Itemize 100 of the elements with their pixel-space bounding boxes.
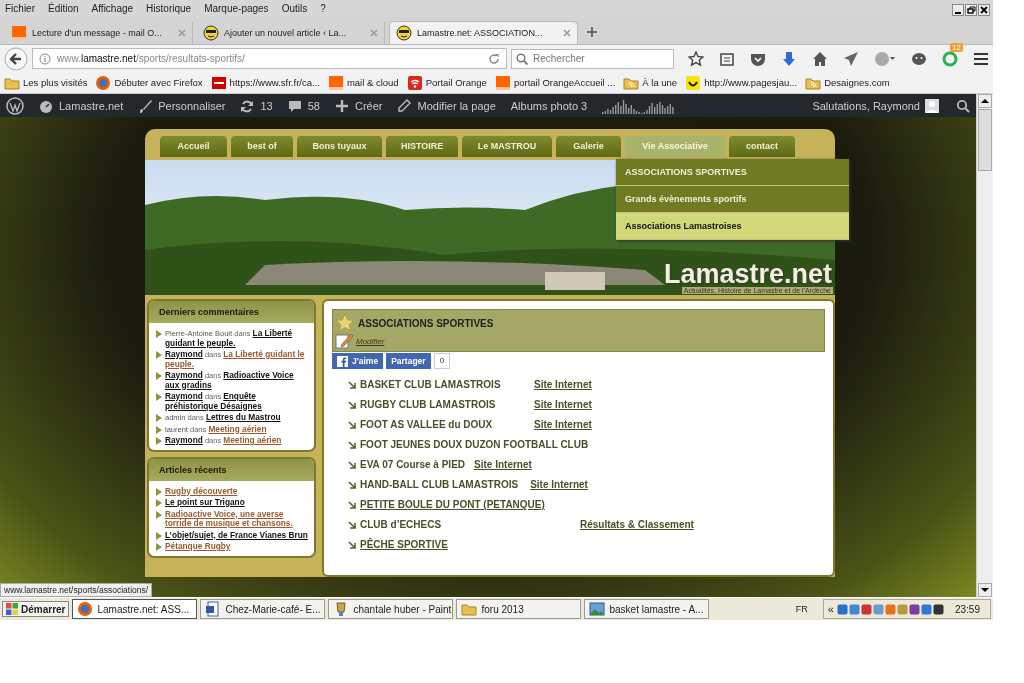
- nav-tab[interactable]: Galerie: [556, 136, 621, 157]
- menu-item[interactable]: Affichage: [91, 3, 134, 14]
- clock: 23:59: [954, 603, 981, 615]
- dropdown-item[interactable]: Associations Lamastroises: [616, 213, 849, 240]
- like-button[interactable]: J'aime: [332, 353, 384, 369]
- website-link[interactable]: Site Internet: [534, 379, 592, 390]
- minimize-button[interactable]: [952, 3, 964, 16]
- nav-tab[interactable]: contact: [729, 136, 795, 157]
- clipboard-icon[interactable]: [719, 50, 735, 67]
- taskbar-button[interactable]: chantale huber - Paint: [328, 599, 454, 619]
- edit-link[interactable]: Modifier: [356, 336, 385, 346]
- admin-bar-item[interactable]: 58: [287, 98, 320, 113]
- language-indicator[interactable]: FR: [795, 604, 808, 614]
- website-link[interactable]: Résultats & Classement: [580, 519, 694, 530]
- post-link[interactable]: Le point sur Trigano: [165, 498, 245, 508]
- taskbar-button[interactable]: Lamastre.net: ASS...: [72, 599, 198, 619]
- admin-bar-item[interactable]: Modifier la page: [397, 98, 496, 113]
- smile-icon: [685, 74, 702, 91]
- nav-tab[interactable]: HISTOIRE: [386, 136, 458, 157]
- bookmark-item[interactable]: Portail Orange: [406, 74, 487, 91]
- bullet-icon: [156, 372, 162, 380]
- bookmark-item[interactable]: http://www.pagesjau...: [685, 74, 798, 91]
- bookmark-item[interactable]: https://www.sfr.fr/ca...: [210, 74, 320, 91]
- club-name: EVA 07 Course à PIED: [360, 459, 466, 470]
- brush-icon: [138, 98, 153, 113]
- close-button[interactable]: [978, 3, 990, 16]
- menu-item[interactable]: Outils: [281, 3, 308, 14]
- bookmark-item[interactable]: Desaignes.com: [805, 74, 890, 91]
- dropdown-item[interactable]: ASSOCIATIONS SPORTIVES: [616, 159, 849, 186]
- nav-tab[interactable]: best of: [231, 136, 293, 157]
- bullet-icon: [156, 543, 162, 551]
- search-field[interactable]: Rechercher: [511, 48, 674, 69]
- arrow-icon: [348, 520, 356, 529]
- nav-tab[interactable]: Accueil: [160, 136, 227, 157]
- bullet-icon: [156, 393, 162, 401]
- start-button[interactable]: Démarrer: [2, 601, 70, 617]
- chat-face-icon[interactable]: [911, 50, 927, 67]
- user-greeting[interactable]: Salutations, Raymond: [812, 99, 920, 112]
- square-logo-icon: [327, 74, 344, 91]
- menu-item[interactable]: ?: [320, 3, 326, 14]
- website-link[interactable]: Site Internet: [534, 399, 592, 410]
- square-logo-icon: [11, 25, 27, 41]
- widget-title: Derniers commentaires: [149, 301, 314, 323]
- restore-button[interactable]: [965, 3, 977, 16]
- website-link[interactable]: Site Internet: [534, 419, 592, 430]
- post-link[interactable]: Radioactive Voice, une averse torride de musique et chansons.: [165, 509, 310, 529]
- avatar-icon[interactable]: [925, 98, 939, 113]
- taskbar-button[interactable]: Chez-Marie-café- E...: [200, 599, 326, 619]
- tray-icon[interactable]: [932, 603, 944, 615]
- admin-bar-item[interactable]: Lamastre.net: [39, 98, 124, 113]
- browser-tab[interactable]: Lamastre.net: ASSOCIATION...: [389, 21, 578, 44]
- edit-pencil-icon: [335, 333, 353, 349]
- refresh-circle-icon[interactable]: [942, 50, 958, 67]
- bookmark-item[interactable]: Les plus visités: [4, 74, 88, 91]
- nav-tab[interactable]: Bons tuyaux: [297, 136, 382, 157]
- scrollbar[interactable]: [976, 94, 993, 597]
- home-icon[interactable]: [812, 50, 828, 67]
- bullet-icon: [156, 487, 162, 496]
- admin-bar-item[interactable]: Créer: [334, 98, 383, 113]
- back-button[interactable]: [4, 46, 28, 71]
- admin-bar-item[interactable]: Personnaliser: [138, 98, 226, 113]
- bookmark-item[interactable]: portail OrangeAccueil ...: [494, 74, 616, 91]
- share-button[interactable]: Partager: [386, 353, 431, 369]
- post-link[interactable]: L’objet/sujet, de France Vianes Brun: [165, 530, 308, 540]
- star-icon[interactable]: [688, 50, 704, 67]
- reload-icon[interactable]: [488, 52, 500, 65]
- admin-bar-item[interactable]: 13: [240, 98, 273, 113]
- menu-item[interactable]: Fichier: [5, 3, 35, 14]
- tray-expand-button[interactable]: «: [827, 603, 834, 615]
- facebook-icon: [337, 355, 348, 367]
- bookmark-item[interactable]: À la une: [623, 74, 678, 91]
- paper-plane-icon[interactable]: [843, 50, 859, 67]
- search-icon[interactable]: [956, 98, 970, 113]
- admin-bar-item[interactable]: Albums photo 3: [510, 99, 588, 112]
- wordpress-icon[interactable]: [6, 96, 24, 115]
- download-icon[interactable]: [781, 50, 797, 67]
- post-link[interactable]: Pétanque Rugby: [165, 542, 231, 552]
- bullet-icon: [156, 437, 162, 445]
- menu-item[interactable]: Historique: [146, 3, 192, 14]
- nav-tab[interactable]: Le MASTROU: [462, 136, 552, 157]
- close-icon[interactable]: [563, 29, 571, 37]
- new-tab-icon[interactable]: [586, 26, 598, 38]
- club-link[interactable]: PETITE BOULE DU PONT (PETANQUE): [360, 499, 545, 510]
- website-link[interactable]: Site Internet: [530, 479, 588, 490]
- post-link[interactable]: Rugby découverte: [165, 486, 238, 496]
- dropdown-item[interactable]: Grands évènements sportifs: [616, 186, 849, 213]
- arrow-icon: [348, 420, 356, 429]
- menu-item[interactable]: Édition: [48, 3, 79, 14]
- scroll-thumb[interactable]: [978, 109, 992, 171]
- taskbar-button[interactable]: foru 2013: [456, 599, 582, 619]
- taskbar-button[interactable]: basket lamastre - A...: [584, 599, 710, 619]
- bullet-icon: [156, 510, 162, 519]
- bookmark-item[interactable]: Débuter avec Firefox: [95, 74, 203, 91]
- address-field[interactable]: www.lamastre.net/sports/resultats-sportifs/: [32, 48, 507, 69]
- tray-icon[interactable]: [908, 603, 920, 615]
- club-link[interactable]: PÊCHE SPORTIVE: [360, 539, 520, 550]
- website-link[interactable]: Site Internet: [474, 459, 532, 470]
- menu-icon[interactable]: [973, 50, 989, 67]
- bookmark-item[interactable]: mail & cloud: [327, 74, 399, 91]
- menu-item[interactable]: Marque-pages: [204, 3, 269, 14]
